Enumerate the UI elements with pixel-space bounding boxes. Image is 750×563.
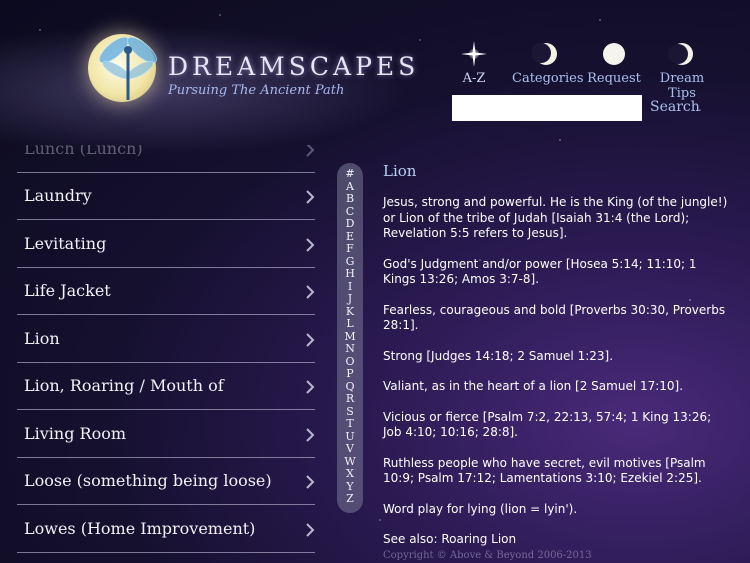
detail-paragraph: Strong [Judges 14:18; 2 Samuel 1:23].: [383, 348, 614, 363]
app-subtitle: Pursuing The Ancient Path: [168, 83, 345, 98]
list-item[interactable]: Loose (something being loose): [17, 457, 315, 505]
list-item[interactable]: Lunch (Lunch): [17, 145, 315, 173]
list-item-label: Laundry: [24, 186, 92, 205]
detail-paragraph: God's Judgment and/or power [Hosea 5:14;…: [383, 256, 697, 287]
list-item[interactable]: Lion, Roaring / Mouth of: [17, 362, 315, 410]
nav-categories[interactable]: Categories: [512, 40, 584, 101]
list-item[interactable]: Lowes (Home Improvement): [17, 505, 315, 553]
full-moon-icon: [580, 40, 648, 68]
index-letter[interactable]: J: [337, 292, 363, 306]
index-letter[interactable]: #: [337, 167, 363, 181]
detail-paragraph: Valiant, as in the heart of a lion [2 Sa…: [383, 379, 684, 393]
chevron-right-icon: [306, 333, 315, 347]
index-letter[interactable]: N: [337, 342, 363, 356]
detail-paragraph: Jesus, strong and powerful. He is the Ki…: [383, 195, 728, 240]
index-letter[interactable]: B: [337, 192, 363, 206]
chevron-right-icon: [306, 380, 315, 394]
nav-label: Categories: [512, 71, 584, 86]
see-also-link[interactable]: See also: Roaring Lion: [383, 532, 728, 548]
list-item[interactable]: Living Room: [17, 410, 315, 458]
nav-label: Request: [587, 71, 641, 86]
index-letter[interactable]: R: [337, 392, 363, 406]
list-item-label: Life Jacket: [24, 281, 111, 300]
index-letter[interactable]: Z: [337, 492, 363, 506]
index-letter[interactable]: X: [337, 467, 363, 481]
list-item[interactable]: Life Jacket: [17, 267, 315, 315]
chevron-right-icon: [306, 190, 315, 204]
waning-moon-icon: [648, 40, 716, 68]
top-navigation: A-Z Categories Request Dream Tips: [440, 40, 716, 101]
detail-paragraph: Ruthless people who have secret, evil mo…: [383, 455, 706, 486]
list-item-label: Lowes (Home Improvement): [24, 519, 256, 538]
list-item-label: Living Room: [24, 424, 127, 443]
index-letter[interactable]: D: [337, 217, 363, 231]
star-icon: [440, 40, 508, 68]
dragonfly-icon: [99, 36, 157, 100]
dream-detail: Lion Jesus, strong and powerful. He is t…: [383, 162, 728, 563]
index-letter[interactable]: P: [337, 367, 363, 381]
index-letter[interactable]: T: [337, 417, 363, 431]
nav-a-z[interactable]: A-Z: [440, 40, 508, 101]
list-item-label: Lunch (Lunch): [24, 145, 143, 158]
list-item[interactable]: Lion: [17, 315, 315, 363]
chevron-right-icon: [306, 145, 315, 157]
nav-dream-tips[interactable]: Dream Tips: [648, 40, 716, 101]
list-item[interactable]: Laundry: [17, 172, 315, 220]
alphabet-index[interactable]: # A B C D E F G H I J K L M N O P Q R S …: [337, 163, 363, 513]
index-letter[interactable]: H: [337, 267, 363, 281]
search-input[interactable]: [452, 95, 642, 121]
crescent-moon-icon: [512, 40, 580, 68]
nav-label: Dream Tips: [659, 71, 705, 101]
dream-list[interactable]: Lunch (Lunch) Laundry Levitating Life Ja…: [17, 145, 315, 563]
nav-request[interactable]: Request: [580, 40, 648, 101]
chevron-right-icon: [306, 475, 315, 489]
index-letter[interactable]: L: [337, 317, 363, 331]
chevron-right-icon: [306, 428, 315, 442]
copyright-text: Copyright © Above & Beyond 2006-2013: [383, 550, 592, 561]
list-item-label: Lion, Roaring / Mouth of: [24, 376, 224, 395]
detail-title: Lion: [383, 162, 417, 180]
search-button[interactable]: Search: [650, 99, 700, 115]
detail-paragraph: Fearless, courageous and bold [Proverbs …: [383, 302, 726, 333]
chevron-right-icon: [306, 238, 315, 252]
list-item[interactable]: Levitating: [17, 220, 315, 268]
app-title: DREAMSCAPES: [168, 52, 420, 81]
index-letter[interactable]: F: [337, 242, 363, 256]
list-item-label: Levitating: [24, 234, 107, 253]
app-logo: DREAMSCAPES Pursuing The Ancient Path: [88, 30, 415, 110]
detail-paragraph: Vicious or fierce [Psalm 7:2, 22:13, 57:…: [383, 409, 712, 440]
index-letter[interactable]: V: [337, 442, 363, 456]
chevron-right-icon: [306, 285, 315, 299]
list-item-label: Lion: [24, 329, 60, 348]
detail-paragraph: Word play for lying (lion = lyin').: [383, 501, 578, 516]
nav-label: A-Z: [462, 71, 486, 86]
list-item-label: Loose (something being loose): [24, 471, 272, 490]
chevron-right-icon: [306, 523, 315, 537]
